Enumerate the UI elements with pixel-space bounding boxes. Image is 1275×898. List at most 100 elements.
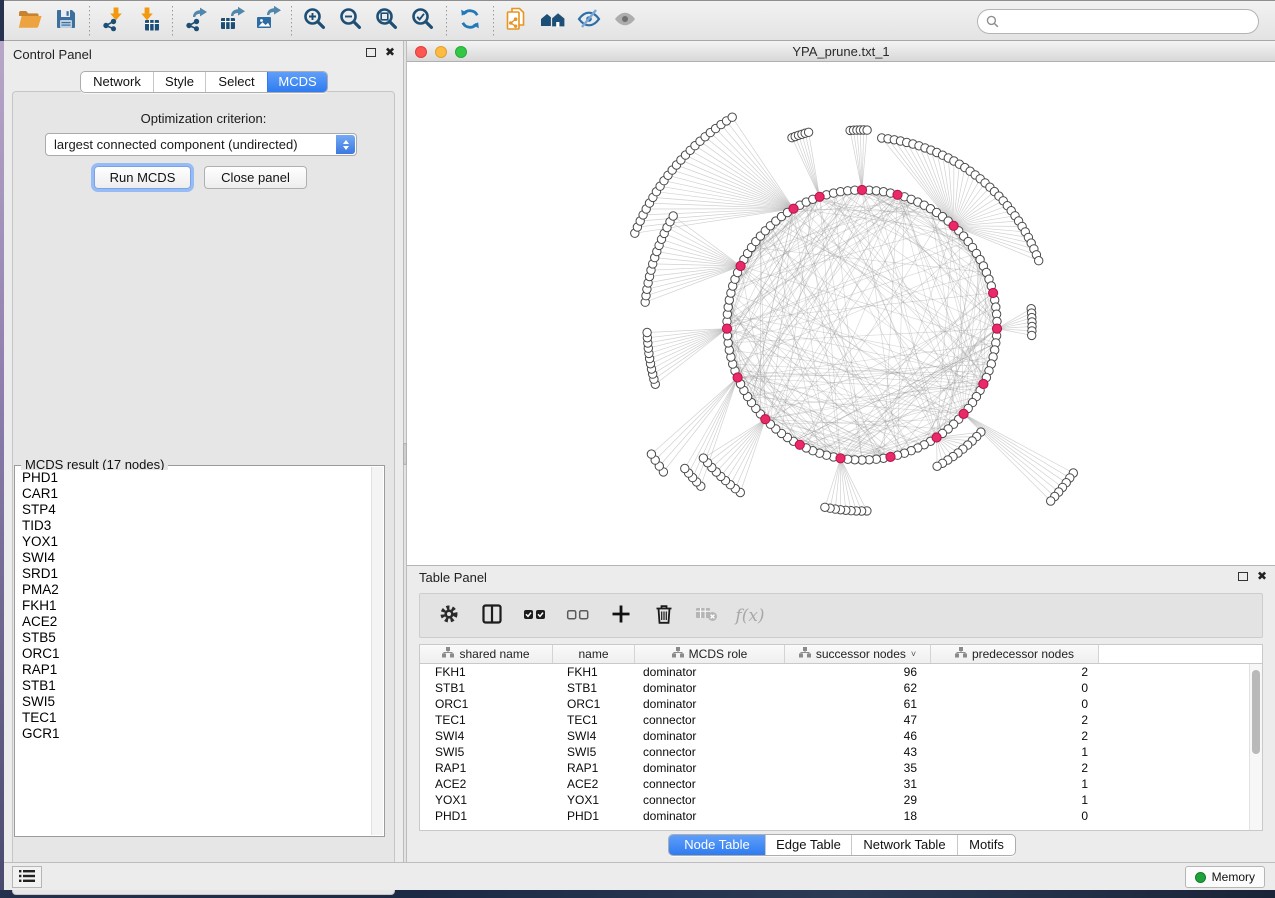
- column-header-shared-name[interactable]: shared name: [420, 645, 553, 663]
- table-scrollbar[interactable]: [1249, 664, 1262, 830]
- table-panel: Table Panel ✖ f(x) shared namenameMCDS r…: [407, 565, 1275, 862]
- table-cell: 0: [931, 696, 1099, 712]
- mcds-result-item[interactable]: TID3: [17, 518, 370, 534]
- mcds-result-item[interactable]: SWI4: [17, 550, 370, 566]
- show-columns-button[interactable]: [479, 603, 505, 629]
- table-row[interactable]: STB1STB1dominator620: [420, 680, 1262, 696]
- export-network-button[interactable]: [178, 4, 214, 38]
- mcds-result-item[interactable]: SWI5: [17, 694, 370, 710]
- float-panel-icon[interactable]: [1238, 572, 1248, 581]
- search-field[interactable]: [977, 9, 1259, 34]
- mcds-result-item[interactable]: STB5: [17, 630, 370, 646]
- run-mcds-button[interactable]: Run MCDS: [94, 166, 191, 189]
- zoom-out-button[interactable]: [333, 4, 369, 38]
- mcds-result-item[interactable]: ORC1: [17, 646, 370, 662]
- add-column-button[interactable]: [608, 603, 634, 629]
- table-row[interactable]: PHD1PHD1dominator180: [420, 808, 1262, 824]
- column-header-name[interactable]: name: [553, 645, 635, 663]
- table-row[interactable]: FKH1FKH1dominator962: [420, 664, 1262, 680]
- mcds-result-item[interactable]: ACE2: [17, 614, 370, 630]
- close-panel-icon[interactable]: ✖: [1257, 571, 1267, 581]
- sort-indicator-icon: ˅: [911, 650, 916, 658]
- table-row[interactable]: ACE2ACE2connector311: [420, 776, 1262, 792]
- delete-column-button[interactable]: [651, 603, 677, 629]
- table-cell: 62: [785, 680, 931, 696]
- mcds-result-list[interactable]: PHD1CAR1STP4TID3YOX1SWI4SRD1PMA2FKH1ACE2…: [17, 470, 370, 834]
- share-document-button[interactable]: [499, 4, 535, 38]
- network-canvas[interactable]: [407, 62, 1275, 565]
- table-row[interactable]: SWI5SWI5connector431: [420, 744, 1262, 760]
- table-cell: 2: [931, 728, 1099, 744]
- table-scrollbar-thumb[interactable]: [1252, 670, 1260, 754]
- export-image-button[interactable]: [250, 4, 286, 38]
- table-row[interactable]: RAP1RAP1dominator352: [420, 760, 1262, 776]
- trash-icon: [652, 602, 676, 629]
- mcds-result-item[interactable]: CAR1: [17, 486, 370, 502]
- gear-icon: [437, 602, 461, 629]
- table-row[interactable]: SWI4SWI4dominator462: [420, 728, 1262, 744]
- table-row[interactable]: YOX1YOX1connector291: [420, 792, 1262, 808]
- apply-layout-button[interactable]: [452, 4, 488, 38]
- control-panel-title: Control Panel: [13, 47, 92, 62]
- hide-graphics-button[interactable]: [571, 4, 607, 38]
- toolbar-separator: [291, 6, 292, 36]
- select-all-button[interactable]: [522, 603, 548, 629]
- show-graphics-button[interactable]: [607, 4, 643, 38]
- tab-node-table[interactable]: Node Table: [669, 835, 765, 855]
- mcds-list-scrollbar[interactable]: [371, 467, 383, 835]
- network-window-titlebar: YPA_prune.txt_1: [407, 41, 1275, 62]
- table-panel-title: Table Panel: [419, 570, 487, 585]
- import-table-button[interactable]: [131, 4, 167, 38]
- table-row[interactable]: TEC1TEC1connector472: [420, 712, 1262, 728]
- refresh-icon: [457, 6, 483, 35]
- mcds-result-item[interactable]: TEC1: [17, 710, 370, 726]
- tab-network[interactable]: Network: [81, 72, 153, 92]
- import-network-button[interactable]: [95, 4, 131, 38]
- zoom-in-button[interactable]: [297, 4, 333, 38]
- column-header-predecessor-nodes[interactable]: predecessor nodes: [931, 645, 1099, 663]
- mcds-result-item[interactable]: PMA2: [17, 582, 370, 598]
- table-cell: SWI5: [420, 744, 553, 760]
- tab-network-table[interactable]: Network Table: [851, 835, 957, 855]
- tab-select[interactable]: Select: [205, 72, 267, 92]
- close-panel-button[interactable]: Close panel: [204, 166, 307, 189]
- table-cell: STB1: [420, 680, 553, 696]
- column-header-successor-nodes[interactable]: successor nodes˅: [785, 645, 931, 663]
- zoom-fit-button[interactable]: [369, 4, 405, 38]
- table-settings-button[interactable]: [436, 603, 462, 629]
- mcds-result-item[interactable]: GCR1: [17, 726, 370, 742]
- home-button[interactable]: [535, 4, 571, 38]
- mcds-result-item[interactable]: STB1: [17, 678, 370, 694]
- memory-button[interactable]: Memory: [1185, 866, 1265, 888]
- tab-edge-table[interactable]: Edge Table: [765, 835, 851, 855]
- table-cell: connector: [635, 712, 785, 728]
- float-panel-icon[interactable]: [366, 48, 376, 57]
- tab-mcds[interactable]: MCDS: [267, 72, 327, 92]
- column-header-mcds-role[interactable]: MCDS role: [635, 645, 785, 663]
- export-table-button[interactable]: [214, 4, 250, 38]
- task-history-button[interactable]: [12, 866, 42, 888]
- search-input[interactable]: [1004, 15, 1250, 29]
- table-cell: RAP1: [420, 760, 553, 776]
- mcds-result-item[interactable]: SRD1: [17, 566, 370, 582]
- mcds-result-item[interactable]: RAP1: [17, 662, 370, 678]
- close-panel-icon[interactable]: ✖: [385, 47, 395, 57]
- open-session-button[interactable]: [12, 4, 48, 38]
- mcds-result-item[interactable]: STP4: [17, 502, 370, 518]
- deselect-all-button[interactable]: [565, 603, 591, 629]
- mcds-result-item[interactable]: YOX1: [17, 534, 370, 550]
- memory-status-icon: [1195, 872, 1206, 883]
- table-cell: 18: [785, 808, 931, 824]
- table-cell: FKH1: [420, 664, 553, 680]
- table-row[interactable]: ORC1ORC1dominator610: [420, 696, 1262, 712]
- table-cell: 61: [785, 696, 931, 712]
- optimization-criterion-select[interactable]: largest connected component (undirected): [45, 133, 357, 156]
- tab-style[interactable]: Style: [153, 72, 205, 92]
- toolbar-separator: [446, 6, 447, 36]
- mcds-result-item[interactable]: PHD1: [17, 470, 370, 486]
- table-cell: SWI4: [553, 728, 635, 744]
- mcds-result-item[interactable]: FKH1: [17, 598, 370, 614]
- zoom-selected-button[interactable]: [405, 4, 441, 38]
- save-session-button[interactable]: [48, 4, 84, 38]
- tab-motifs[interactable]: Motifs: [957, 835, 1015, 855]
